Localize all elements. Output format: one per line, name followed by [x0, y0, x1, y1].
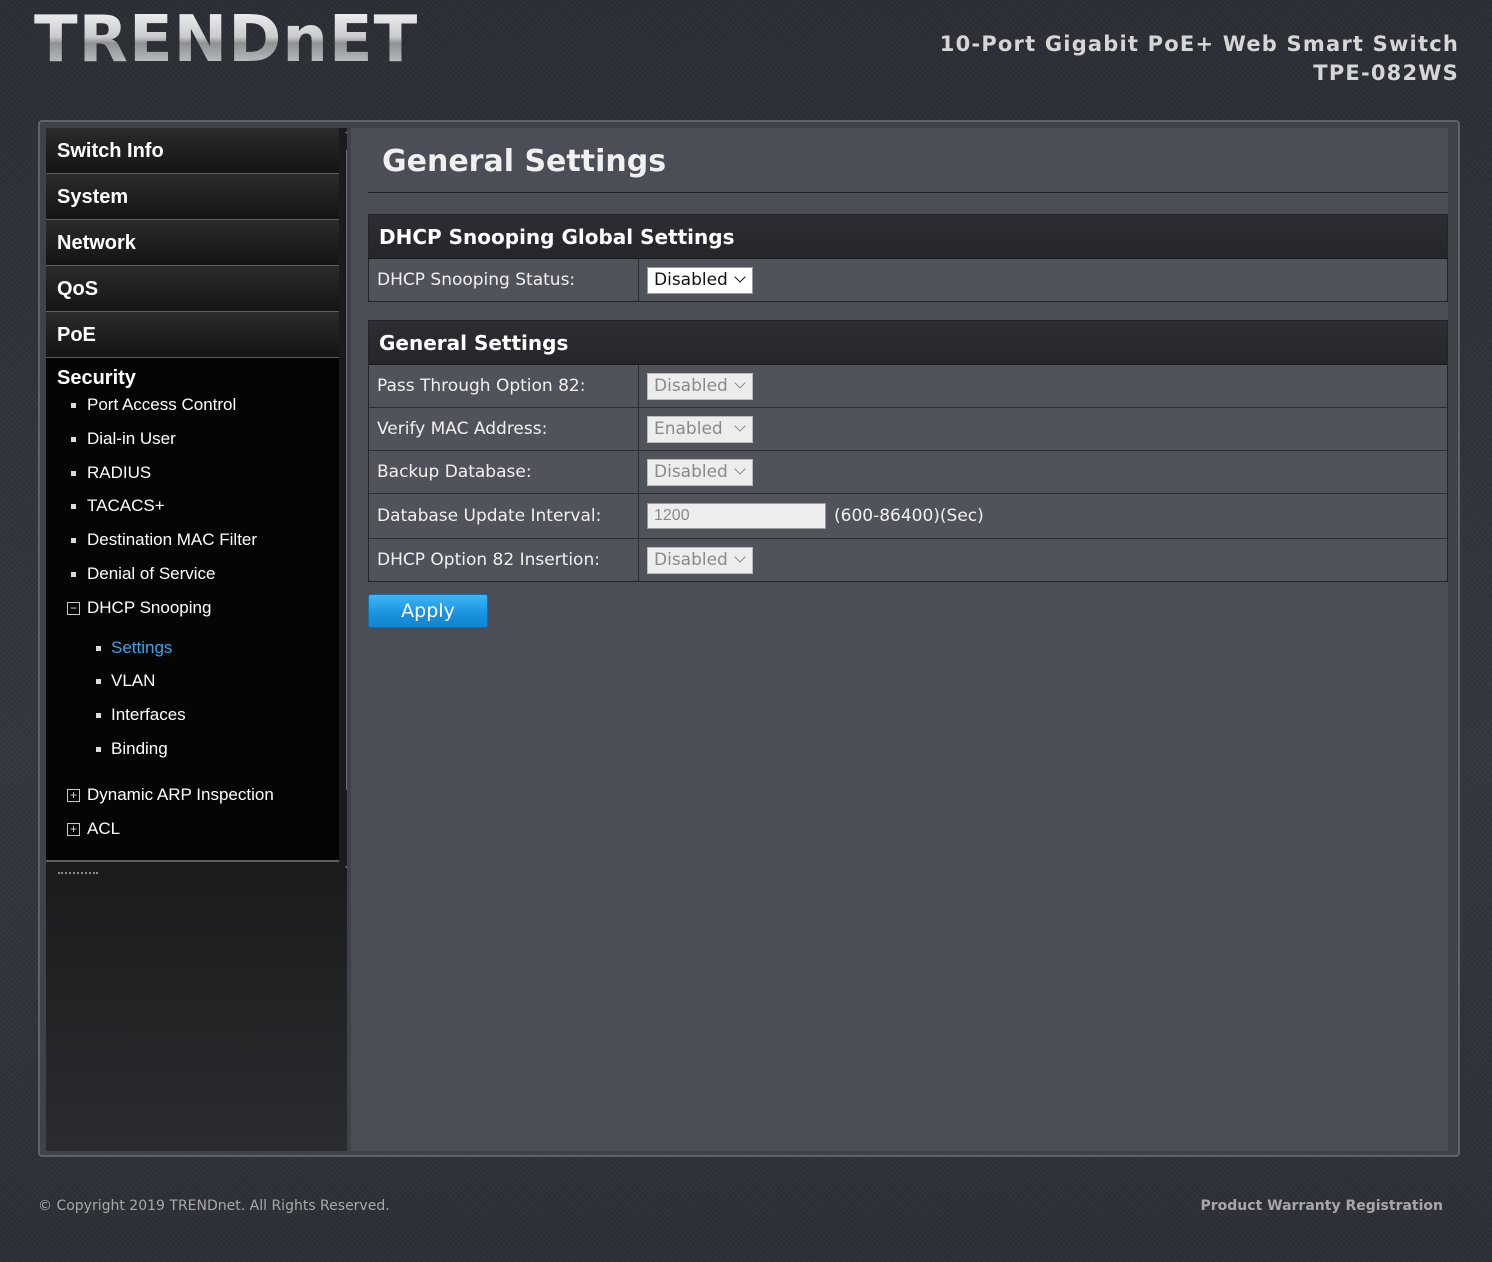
sidebar-item-poe[interactable]: PoE: [46, 312, 339, 358]
submenu-tacacs[interactable]: TACACS+: [46, 491, 339, 525]
pass-through-option82-label: Pass Through Option 82:: [369, 365, 639, 407]
submenu-dhcp-vlan[interactable]: VLAN: [46, 666, 339, 700]
chevron-down-icon: [734, 462, 746, 475]
product-warranty-link[interactable]: Product Warranty Registration: [1201, 1198, 1444, 1214]
verify-mac-address-select[interactable]: Enabled: [647, 415, 753, 443]
general-settings-section: General Settings Pass Through Option 82:…: [368, 320, 1448, 582]
submenu-label: TACACS+: [87, 496, 165, 516]
bullet-icon: [96, 746, 101, 752]
chevron-down-icon: [734, 550, 746, 563]
pass-through-option82-select[interactable]: Disabled: [647, 372, 753, 400]
trendnet-logo: TRENDnET: [34, 3, 419, 77]
section-heading: General Settings: [369, 321, 1447, 365]
submenu-denial-of-service[interactable]: Denial of Service: [46, 559, 339, 593]
submenu-label: Dial-in User: [87, 428, 176, 448]
sidebar-item-qos[interactable]: QoS: [46, 266, 339, 312]
bullet-icon: [96, 679, 101, 685]
submenu-acl[interactable]: + ACL: [46, 814, 339, 848]
submenu-label: RADIUS: [87, 462, 152, 482]
backup-database-select[interactable]: Disabled: [647, 458, 753, 486]
bullet-icon: [96, 713, 101, 719]
main-frame: Switch Info System Network QoS PoE Secur…: [38, 120, 1460, 1157]
settings-row: Backup Database: Disabled: [369, 451, 1447, 494]
submenu-radius[interactable]: RADIUS: [46, 458, 339, 492]
copyright-text: © Copyright 2019 TRENDnet. All Rights Re…: [38, 1198, 390, 1214]
chevron-down-icon: [734, 270, 746, 283]
submenu-label: DHCP Snooping: [87, 597, 212, 617]
settings-row: DHCP Option 82 Insertion: Disabled: [369, 539, 1447, 581]
bullet-icon: [71, 470, 76, 476]
product-title: 10-Port Gigabit PoE+ Web Smart Switch TP…: [940, 30, 1459, 88]
scrollbar-thumb[interactable]: [346, 150, 347, 790]
settings-row: Pass Through Option 82: Disabled: [369, 365, 1447, 408]
submenu-label: ACL: [87, 818, 121, 838]
bullet-icon: [71, 436, 76, 442]
submenu-dhcp-snooping[interactable]: − DHCP Snooping: [46, 593, 339, 627]
submenu-dial-in-user[interactable]: Dial-in User: [46, 424, 339, 458]
security-submenu: Port Access Control Dial-in User RADIUS …: [46, 390, 339, 862]
submenu-label: Settings: [111, 637, 173, 657]
product-model: TPE-082WS: [1313, 61, 1459, 85]
submenu-dhcp-interfaces[interactable]: Interfaces: [46, 700, 339, 734]
bullet-icon: [96, 645, 101, 651]
title-divider: [368, 192, 1448, 193]
page-title: General Settings: [382, 144, 667, 179]
scroll-down-arrow-icon[interactable]: ↓: [342, 859, 347, 873]
apply-button[interactable]: Apply: [368, 594, 488, 628]
sidebar-item-switch-info[interactable]: Switch Info: [46, 128, 339, 174]
collapse-icon[interactable]: −: [67, 601, 80, 615]
content-panel: General Settings DHCP Snooping Global Se…: [351, 128, 1448, 1151]
submenu-dhcp-binding[interactable]: Binding: [46, 734, 339, 768]
select-value: Disabled: [654, 375, 728, 396]
sidebar-divider: [46, 860, 339, 862]
submenu-port-access-control[interactable]: Port Access Control: [46, 390, 339, 424]
bullet-icon: [71, 571, 76, 577]
select-value: Disabled: [654, 269, 728, 290]
expand-icon[interactable]: +: [67, 822, 80, 836]
database-update-interval-input[interactable]: 1200: [647, 503, 826, 529]
dhcp-global-settings-section: DHCP Snooping Global Settings DHCP Snoop…: [368, 214, 1448, 302]
scroll-up-arrow-icon[interactable]: ↑: [342, 130, 347, 144]
submenu-dhcp-settings[interactable]: Settings: [46, 633, 339, 667]
submenu-label: Binding: [111, 738, 168, 758]
backup-database-label: Backup Database:: [369, 451, 639, 493]
interval-range-hint: (600-86400)(Sec): [834, 506, 984, 526]
sidebar-clipped-item: [58, 872, 98, 878]
product-name: 10-Port Gigabit PoE+ Web Smart Switch: [939, 32, 1459, 56]
verify-mac-address-label: Verify MAC Address:: [369, 408, 639, 450]
submenu-label: VLAN: [111, 671, 156, 691]
submenu-label: Interfaces: [111, 705, 186, 725]
submenu-label: Denial of Service: [87, 563, 216, 583]
sidebar-item-network[interactable]: Network: [46, 220, 339, 266]
dhcp-snooping-status-select[interactable]: Disabled: [647, 266, 753, 294]
sidebar-item-security[interactable]: Security: [46, 358, 339, 390]
bullet-icon: [71, 403, 76, 408]
settings-row: DHCP Snooping Status: Disabled: [369, 259, 1447, 301]
submenu-dynamic-arp-inspection[interactable]: + Dynamic ARP Inspection: [46, 780, 339, 814]
bullet-icon: [71, 504, 76, 510]
sidebar-menu: Switch Info System Network QoS PoE Secur…: [46, 128, 339, 878]
submenu-label: Dynamic ARP Inspection: [87, 784, 274, 804]
select-value: Enabled: [654, 418, 723, 439]
database-update-interval-label: Database Update Interval:: [369, 494, 639, 538]
submenu-label: Port Access Control: [87, 395, 237, 414]
chevron-down-icon: [734, 376, 746, 389]
dhcp-option82-insertion-label: DHCP Option 82 Insertion:: [369, 539, 639, 581]
select-value: Disabled: [654, 549, 728, 570]
select-value: Disabled: [654, 461, 728, 482]
chevron-down-icon: [734, 419, 746, 432]
settings-row: Verify MAC Address: Enabled: [369, 408, 1447, 451]
dhcp-option82-insertion-select[interactable]: Disabled: [647, 546, 753, 574]
dhcp-snooping-status-label: DHCP Snooping Status:: [369, 259, 639, 301]
sidebar-item-system[interactable]: System: [46, 174, 339, 220]
submenu-destination-mac-filter[interactable]: Destination MAC Filter: [46, 525, 339, 559]
sidebar: Switch Info System Network QoS PoE Secur…: [46, 128, 347, 1151]
settings-row: Database Update Interval: 1200 (600-8640…: [369, 494, 1447, 539]
expand-icon[interactable]: +: [67, 788, 80, 802]
section-heading: DHCP Snooping Global Settings: [369, 215, 1447, 259]
bullet-icon: [71, 538, 76, 544]
submenu-label: Destination MAC Filter: [87, 530, 258, 550]
